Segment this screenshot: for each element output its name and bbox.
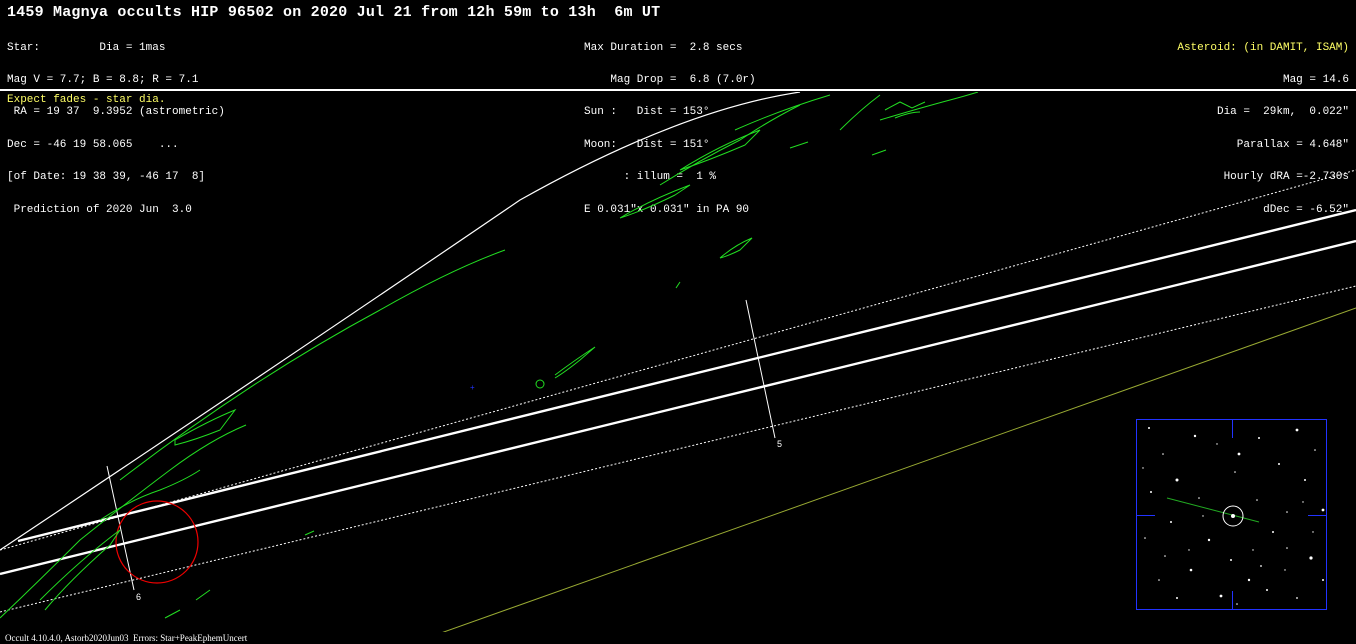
event-info-line: Mag Drop = 6.8 (7.0r) bbox=[584, 73, 756, 86]
star-info-line: Star: Dia = 1mas bbox=[7, 41, 166, 54]
event-info-line: Max Duration = 2.8 secs bbox=[584, 41, 743, 54]
star-finder-chart bbox=[1136, 419, 1327, 610]
header-separator bbox=[0, 89, 1356, 91]
footer-status: Occult 4.10.4.0, Astorb2020Jun03 Errors:… bbox=[5, 633, 248, 643]
site-marker-icon bbox=[535, 379, 545, 389]
time-crossline-5 bbox=[745, 299, 776, 439]
earth-limb bbox=[0, 92, 801, 551]
asteroid-header: Asteroid: (in DAMIT, ISAM) bbox=[1177, 41, 1349, 54]
time-marker-5: 5 bbox=[777, 439, 782, 449]
blue-site-mark: + bbox=[470, 383, 475, 392]
star-info-line: Mag V = 7.7; B = 8.8; R = 7.1 bbox=[7, 73, 199, 86]
time-crossline-6 bbox=[106, 465, 135, 591]
time-marker-6: 6 bbox=[136, 592, 141, 602]
finder-target-star bbox=[1231, 514, 1235, 518]
finder-path-line bbox=[1166, 497, 1260, 523]
finder-star-field bbox=[1142, 427, 1325, 605]
page-title: 1459 Magnya occults HIP 96502 on 2020 Ju… bbox=[7, 4, 661, 21]
asteroid-info-line: Mag = 14.6 bbox=[1282, 73, 1349, 86]
